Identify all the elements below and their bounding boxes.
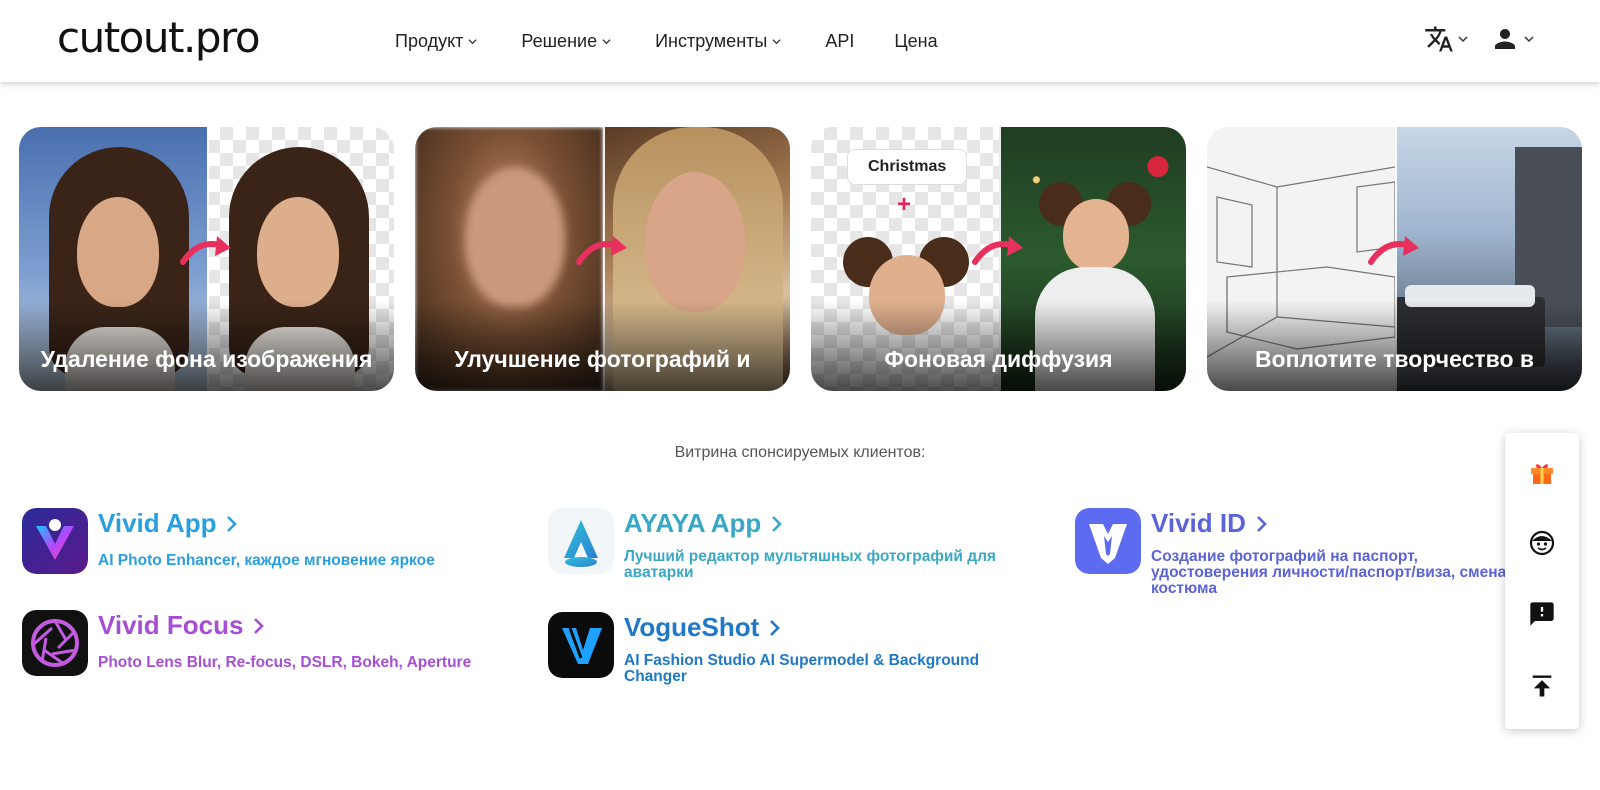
sponsor-desc-part1: AI Photo Enhancer [98,552,236,569]
sponsor-name: Vivid ID [1151,508,1246,538]
sponsor-vivid-id[interactable]: Vivid ID Создание фотографий на паспорт,… [1075,508,1511,597]
chevron-down-icon [1524,36,1534,43]
vivid-focus-icon [22,610,88,676]
card-photo-enhance[interactable]: Улучшение фотографий и [415,127,790,391]
nav-pricing[interactable]: Цена [894,26,937,56]
sponsor-name: AYAYA App [624,508,762,538]
sponsor-desc: Photo Lens Blur, Re-focus, DSLR, Bokeh, … [98,654,472,671]
sponsor-ayaya-app[interactable]: AYAYA App Лучший редактор мультяшных фот… [548,508,1024,581]
chevron-right-icon [770,619,781,636]
arrow-icon [1368,236,1419,265]
chevron-down-icon [1458,36,1468,43]
nav-api-label: API [825,30,855,51]
card-caption: Улучшение фотографий и [454,346,751,372]
user-icon [1495,29,1515,49]
gift-icon [1531,464,1553,484]
feature-cards: Удаление фона изображения Улучшение фото… [19,127,1582,391]
sponsor-vivid-focus[interactable]: Vivid Focus Photo Lens Blur, Re-focus, D… [22,610,471,676]
arrow-icon [972,236,1023,265]
nav-api[interactable]: API [825,26,854,56]
chevron-down-icon [772,38,781,44]
arrow-icon [180,236,231,265]
christmas-tag: Christmas [847,149,968,185]
card-remove-background[interactable]: Удаление фона изображения [19,127,394,391]
account-button[interactable] [1490,24,1534,54]
sponsor-vivid-app[interactable]: Vivid App AI Photo Enhancer, каждое мгно… [22,508,435,574]
chevron-down-icon [468,38,477,44]
chevron-right-icon [772,515,783,532]
support-icon [1529,530,1555,556]
sponsor-name: Vivid App [98,508,217,538]
sponsor-desc: AI Fashion Studio AI Supermodel & Backgr… [624,652,980,685]
ayaya-app-icon [548,508,614,574]
top-header: cutout.pro Продукт Решение Инструменты A… [0,0,1600,82]
nav-solution-label: Решение [521,30,598,51]
language-button[interactable] [1424,24,1468,54]
sponsor-desc: Лучший редактор мультяшных фотографий дл… [624,548,996,581]
floating-toolbar [1505,433,1579,729]
arrow-icon [576,236,627,265]
sponsor-name: VogueShot [624,612,760,642]
back-to-top-button[interactable] [1527,671,1557,701]
sponsored-title: Витрина спонсируемых клиентов: [674,444,926,461]
card-caption: Удаление фона изображения [40,346,373,372]
translate-icon [1425,26,1453,52]
nav-pricing-label: Цена [894,30,938,51]
vivid-id-icon [1075,508,1141,574]
plus-sign: + [897,191,912,218]
support-button[interactable] [1527,528,1557,558]
sponsor-vogueshot[interactable]: VogueShot AI Fashion Studio AI Supermode… [548,612,1024,685]
chevron-right-icon [227,515,238,532]
back-to-top-icon [1532,675,1552,697]
main-nav: Продукт Решение Инструменты API Цена [395,26,938,56]
sponsor-desc-part2: , каждое мгновение яркое [235,552,435,569]
logo[interactable]: cutout.pro [57,12,261,64]
card-caption: Воплотите творчество в [1254,346,1535,372]
feedback-icon [1530,602,1554,626]
nav-product-label: Продукт [395,30,464,51]
nav-product[interactable]: Продукт [395,26,477,56]
chevron-right-icon [1256,515,1267,532]
sponsor-desc: Создание фотографий на паспорт, удостове… [1151,549,1507,597]
card-creative-interior[interactable]: Воплотите творчество в [1207,127,1582,391]
gift-button[interactable] [1527,457,1557,487]
card-caption: Фоновая диффузия [884,346,1113,372]
header-actions [1424,24,1534,54]
vivid-app-icon [22,508,88,574]
chevron-right-icon [254,617,265,634]
sponsor-name: Vivid Focus [98,610,244,640]
nav-tools-label: Инструменты [655,30,768,51]
card-background-diffusion[interactable]: Christmas + Фоновая диффузия [811,127,1186,391]
feedback-button[interactable] [1527,599,1557,629]
nav-tools[interactable]: Инструменты [655,26,781,56]
vogueshot-icon [548,612,614,678]
nav-solution[interactable]: Решение [521,26,611,56]
chevron-down-icon [602,38,611,44]
